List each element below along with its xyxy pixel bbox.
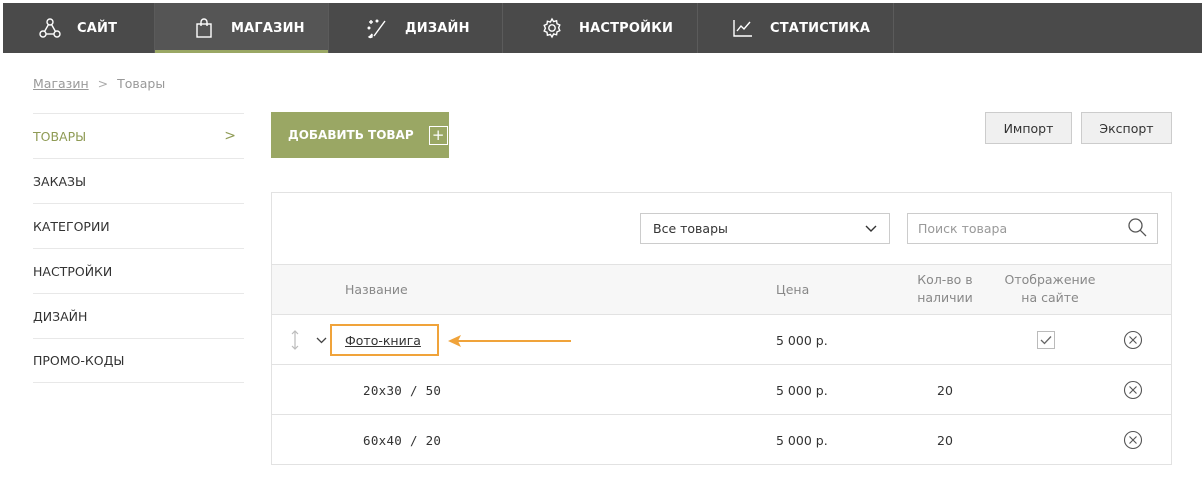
delete-icon[interactable] [1123,415,1143,465]
add-product-label: ДОБАВИТЬ ТОВАР [288,128,414,142]
products-panel: Все товары Название Цена Кол-во в наличи… [271,192,1172,465]
sidebar-item-promo-codes[interactable]: ПРОМО-КОДЫ [33,338,244,383]
sidebar-item-orders[interactable]: ЗАКАЗЫ [33,158,244,203]
sidebar-item-label: ТОВАРЫ [33,128,87,144]
products-filter-value: Все товары [653,221,728,236]
product-search [907,213,1158,244]
sidebar-item-label: ЗАКАЗЫ [33,173,87,189]
expand-chevron-icon[interactable] [316,315,327,365]
chevron-down-icon [865,221,877,236]
column-header-visibility-line2: на сайте [1021,290,1079,305]
variant-price: 5 000 р. [776,432,828,448]
table-row: 20x30 / 50 5 000 р. 20 [272,365,1171,415]
sidebar-item-label: НАСТРОЙКИ [33,263,113,279]
variant-name: 20x30 / 50 [363,382,442,398]
sidebar-item-label: КАТЕГОРИИ [33,218,110,234]
nav-shop-label: МАГАЗИН [231,20,305,36]
breadcrumb-current: Товары [117,76,166,91]
delete-icon[interactable] [1123,315,1143,365]
column-header-name: Название [345,282,408,297]
variant-name: 60x40 / 20 [363,432,442,448]
delete-icon[interactable] [1123,365,1143,415]
search-icon[interactable] [1127,217,1147,241]
column-header-visibility: Отображение на сайте [1000,271,1100,307]
column-header-price: Цена [776,282,810,297]
sidebar: ТОВАРЫ > ЗАКАЗЫ КАТЕГОРИИ НАСТРОЙКИ ДИЗА… [33,113,244,383]
magic-brush-icon [365,15,391,41]
table-header: Название Цена Кол-во в наличии Отображен… [272,265,1171,315]
checkbox-box [1037,331,1055,349]
import-button[interactable]: Импорт [985,112,1072,144]
visibility-checkbox[interactable] [1037,315,1055,365]
column-header-qty: Кол-во в наличии [900,271,990,307]
gear-icon [539,15,565,41]
column-header-qty-line2: наличии [917,290,973,305]
column-header-qty-line1: Кол-во в [917,272,973,287]
variant-price: 5 000 р. [776,382,828,398]
nav-site[interactable]: САЙТ [3,3,155,53]
nav-design[interactable]: ДИЗАЙН [329,3,503,53]
line-chart-icon [730,15,756,41]
search-input[interactable] [918,221,1118,236]
column-header-visibility-line1: Отображение [1004,272,1096,287]
sidebar-item-products[interactable]: ТОВАРЫ > [33,113,244,158]
sidebar-item-design[interactable]: ДИЗАЙН [33,293,244,338]
sidebar-item-label: ПРОМО-КОДЫ [33,353,125,368]
shopping-bag-icon [191,15,217,41]
sidebar-item-label: ДИЗАЙН [33,308,88,324]
drag-handle-icon[interactable] [290,315,300,365]
product-name-link[interactable]: Фото-книга [345,315,421,365]
top-nav: САЙТ МАГАЗИН ДИЗАЙН НАСТРОЙКИ СТАТИСТИКА [3,3,1202,53]
plus-icon: + [428,125,448,145]
products-filter-select[interactable]: Все товары [640,213,890,244]
chevron-right-icon: > [224,128,236,144]
nav-design-label: ДИЗАЙН [405,20,470,36]
table-row: 60x40 / 20 5 000 р. 20 [272,415,1171,465]
sidebar-item-settings[interactable]: НАСТРОЙКИ [33,248,244,293]
sidebar-item-categories[interactable]: КАТЕГОРИИ [33,203,244,248]
product-price: 5 000 р. [776,332,828,348]
nav-stats[interactable]: СТАТИСТИКА [698,3,894,53]
breadcrumb-shop-link[interactable]: Магазин [33,76,89,91]
nav-site-label: САЙТ [77,20,118,36]
table-row: Фото-книга 5 000 р. [272,315,1171,365]
export-button[interactable]: Экспорт [1081,112,1172,144]
filter-bar: Все товары [272,193,1171,265]
breadcrumb-separator: > [97,76,109,91]
nodes-icon [37,15,63,41]
nav-settings-label: НАСТРОЙКИ [579,20,674,36]
nav-shop[interactable]: МАГАЗИН [155,3,329,53]
add-product-button[interactable]: ДОБАВИТЬ ТОВАР + [271,112,449,158]
nav-stats-label: СТАТИСТИКА [770,20,871,36]
breadcrumb: Магазин > Товары [33,76,165,91]
variant-qty: 20 [937,432,953,448]
nav-settings[interactable]: НАСТРОЙКИ [503,3,698,53]
variant-qty: 20 [937,382,953,398]
